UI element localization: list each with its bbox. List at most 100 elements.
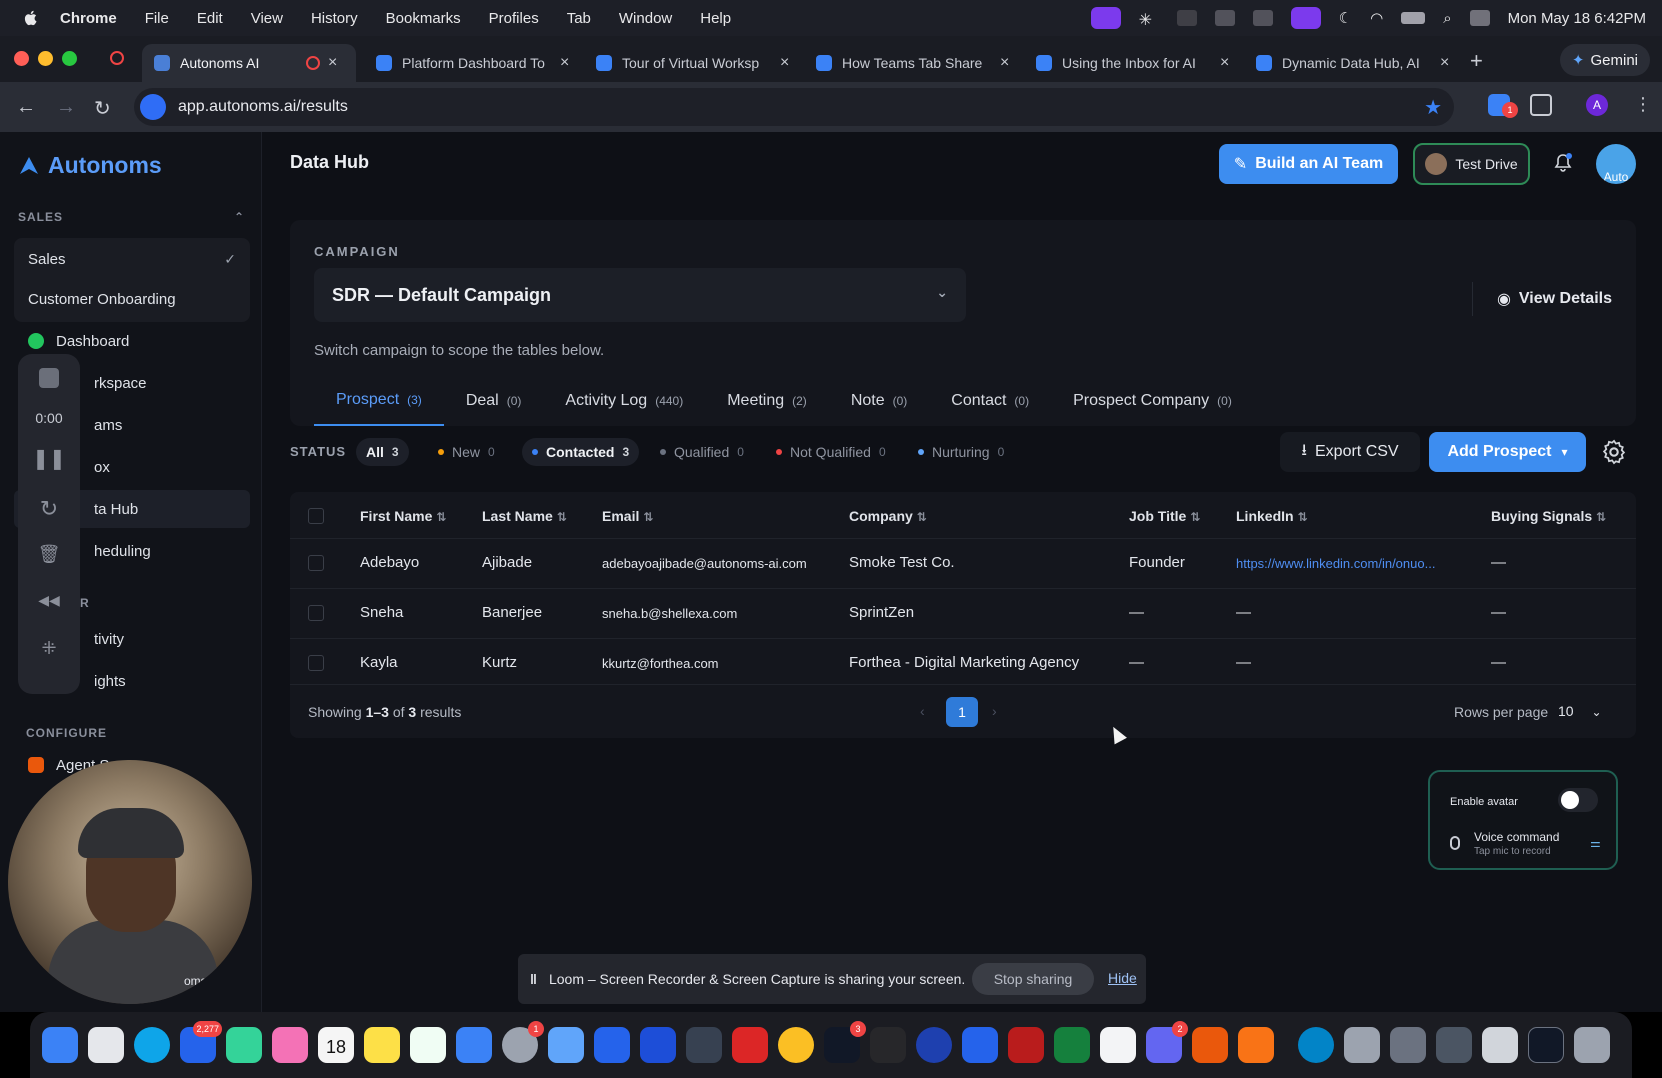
tab-meeting[interactable]: Meeting (2) (705, 376, 829, 426)
address-bar[interactable]: app.autonoms.ai/results ★ (134, 88, 1454, 126)
documents-stack-icon[interactable] (1390, 1027, 1426, 1063)
tab-prospect[interactable]: Prospect (3) (314, 376, 444, 426)
desktop-stack-icon[interactable] (1528, 1027, 1564, 1063)
pause-icon[interactable]: ❚❚ (18, 446, 80, 471)
teams-icon[interactable]: 2 (1146, 1021, 1188, 1063)
browser-tab-autonoms[interactable]: Autonoms AI × (142, 44, 356, 82)
screen-share-icon[interactable] (1090, 7, 1121, 29)
sidebar-item-sales[interactable]: Sales ✓ (14, 240, 250, 278)
loom-webcam-bubble[interactable]: oms-... (8, 760, 252, 1004)
status-filter-all[interactable]: All 3 (356, 438, 409, 466)
sidebar-item-customer-onboarding[interactable]: Customer Onboarding (14, 280, 250, 318)
export-csv-button[interactable]: ⭳ Export CSV (1280, 432, 1420, 472)
row-checkbox[interactable] (308, 605, 324, 621)
outlook-icon[interactable] (640, 1027, 676, 1063)
finder-icon[interactable] (42, 1027, 78, 1063)
column-header-linkedin[interactable]: LinkedIn ⇅ (1236, 508, 1308, 524)
menu-view[interactable]: View (251, 10, 283, 27)
maximize-window-button[interactable] (62, 51, 77, 66)
close-tab-icon[interactable]: × (780, 54, 789, 72)
sparkle-icon[interactable]: ✳ (1139, 10, 1159, 29)
previous-page-icon[interactable]: ‹ (920, 703, 925, 719)
trash-icon[interactable]: 🗑 (18, 544, 80, 565)
photos-icon[interactable] (272, 1027, 308, 1063)
column-header-first-name[interactable]: First Name ⇅ (360, 508, 446, 524)
chevron-up-icon[interactable]: ⌃ (234, 210, 245, 224)
window-icon[interactable] (1290, 7, 1321, 29)
status-filter-new[interactable]: New 0 (428, 438, 505, 466)
tab-contact[interactable]: Contact (0) (929, 376, 1051, 426)
apple-icon[interactable] (22, 9, 40, 27)
tab-deal[interactable]: Deal (0) (444, 376, 544, 426)
rows-per-page-select[interactable]: 10 ⌄ (1558, 703, 1602, 719)
close-tab-icon[interactable]: × (560, 54, 569, 72)
column-header-job-title[interactable]: Job Title ⇅ (1129, 508, 1200, 524)
row-checkbox[interactable] (308, 555, 324, 571)
calendar-icon[interactable]: 18 (318, 1027, 354, 1063)
windows-app-icon[interactable] (594, 1027, 630, 1063)
column-header-company[interactable]: Company ⇅ (849, 508, 927, 524)
excel-icon[interactable] (1054, 1027, 1090, 1063)
close-tab-icon[interactable]: × (1440, 54, 1449, 72)
tab-prospect-company[interactable]: Prospect Company (0) (1051, 376, 1254, 426)
campaign-select[interactable]: SDR — Default Campaign ⌄ (314, 268, 966, 322)
bell-icon[interactable] (1552, 152, 1574, 174)
cube-icon[interactable] (1214, 10, 1235, 26)
user-avatar[interactable]: Auto (1596, 144, 1636, 184)
trash-icon[interactable] (1574, 1027, 1610, 1063)
menu-help[interactable]: Help (700, 10, 731, 27)
battery-icon[interactable] (1401, 12, 1426, 24)
gemini-button[interactable]: ✦ Gemini (1559, 44, 1650, 76)
column-header-buying-signals[interactable]: Buying Signals ⇅ (1491, 508, 1606, 524)
maps-icon[interactable] (226, 1027, 262, 1063)
close-tab-icon[interactable]: × (328, 54, 337, 72)
menu-bookmarks[interactable]: Bookmarks (386, 10, 461, 27)
moon-icon[interactable]: ☾ (1339, 9, 1352, 27)
safari-icon[interactable] (134, 1027, 170, 1063)
gear-icon[interactable] (1600, 438, 1628, 466)
menu-tab[interactable]: Tab (567, 10, 591, 27)
profile-avatar[interactable]: A (1586, 94, 1608, 116)
test-drive-button[interactable]: Test Drive (1413, 143, 1530, 185)
row-checkbox[interactable] (308, 655, 324, 671)
status-filter-contacted[interactable]: Contacted 3 (522, 438, 640, 466)
cursor-app-icon[interactable] (870, 1027, 906, 1063)
sketch-icon[interactable] (1238, 1027, 1274, 1063)
browser-tab-5[interactable]: Using the Inbox for AI × (1024, 44, 1234, 82)
freeform-icon[interactable] (410, 1027, 446, 1063)
cell-linkedin-link[interactable]: https://www.linkedin.com/in/onuo... (1236, 556, 1435, 571)
powerpoint-icon[interactable] (732, 1027, 768, 1063)
wifi-icon[interactable]: ◠ (1370, 9, 1383, 27)
slack-icon[interactable] (1100, 1027, 1136, 1063)
tab-activity-log[interactable]: Activity Log (440) (543, 376, 705, 426)
app-store-icon[interactable] (456, 1027, 492, 1063)
browser-tab-6[interactable]: Dynamic Data Hub, AI × (1244, 44, 1454, 82)
stop-recording-icon[interactable] (18, 368, 80, 393)
page-button-current[interactable]: 1 (946, 697, 978, 727)
bookmark-star-icon[interactable]: ★ (1424, 95, 1442, 120)
pause-sharing-icon[interactable]: ‖ (530, 971, 537, 987)
enable-avatar-toggle[interactable] (1558, 788, 1598, 812)
menu-profiles[interactable]: Profiles (489, 10, 539, 27)
select-all-checkbox[interactable] (308, 508, 324, 524)
back-arrow-icon[interactable]: ← (16, 96, 36, 119)
zoom-icon[interactable] (686, 1027, 722, 1063)
table-row[interactable]: Sneha Banerjee sneha.b@shellexa.com Spri… (290, 588, 1636, 638)
brand-logo[interactable]: Autonoms (18, 152, 162, 179)
new-tab-icon[interactable]: + (1470, 48, 1483, 74)
view-details-button[interactable]: ◉ View Details (1471, 282, 1612, 316)
word-icon[interactable] (962, 1027, 998, 1063)
hide-sharing-bar-link[interactable]: Hide (1108, 970, 1137, 986)
next-page-icon[interactable]: › (992, 703, 997, 719)
screenshot-stack-icon[interactable] (1436, 1027, 1472, 1063)
claude-icon[interactable] (1192, 1027, 1228, 1063)
spotlight-icon[interactable]: ⌕ (1443, 10, 1451, 27)
terminal-icon[interactable]: 3 (824, 1021, 866, 1063)
close-tab-icon[interactable]: × (1000, 54, 1009, 72)
status-filter-nurturing[interactable]: Nurturing 0 (908, 438, 1014, 466)
add-prospect-button[interactable]: Add Prospect ▾ (1429, 432, 1586, 472)
close-tab-icon[interactable]: × (1220, 54, 1229, 72)
column-header-last-name[interactable]: Last Name ⇅ (482, 508, 567, 524)
browser-tab-2[interactable]: Platform Dashboard To × (364, 44, 574, 82)
extension-shield-icon[interactable]: 1 (1488, 94, 1518, 118)
